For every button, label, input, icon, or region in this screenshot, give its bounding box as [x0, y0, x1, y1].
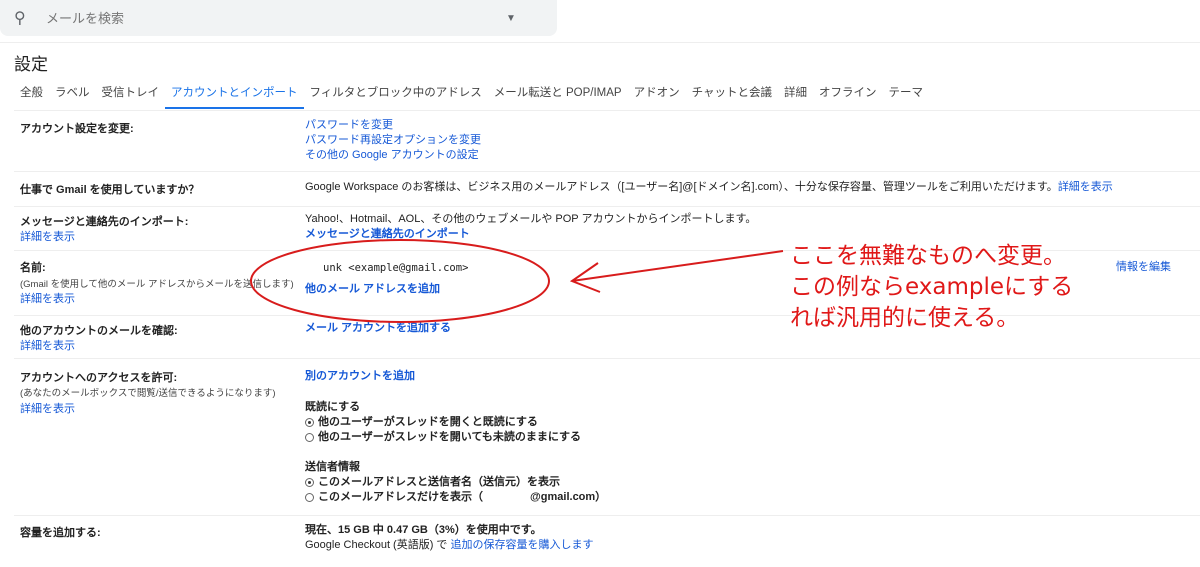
settings-tabs: 全般 ラベル 受信トレイ アカウントとインポート フィルタとブロック中のアドレス… [14, 86, 929, 109]
check-more-link[interactable]: 詳細を表示 [20, 337, 75, 353]
row-work: 仕事で Gmail を使用していますか？ Google Workspace のお… [14, 171, 1200, 206]
read-option-mark-read[interactable]: 他のユーザーがスレッドを開くと既読にする [305, 415, 606, 430]
import-text: Yahoo!、Hotmail、AOL、その他のウェブメールや POP アカウント… [305, 213, 757, 225]
read-title: 既読にする [305, 401, 361, 413]
change-password-link[interactable]: パスワードを変更 [305, 118, 481, 133]
sender-title: 送信者情報 [305, 461, 360, 473]
tab-general[interactable]: 全般 [14, 86, 49, 109]
radio[interactable] [305, 493, 314, 502]
change-recovery-link[interactable]: パスワード再設定オプションを変更 [305, 133, 481, 148]
row-label: 他のアカウントのメールを確認: [20, 325, 178, 337]
radio-selected[interactable] [305, 418, 314, 427]
annotation-line: ここを無難なものへ変更。 [790, 243, 1066, 269]
tab-filters[interactable]: フィルタとブロック中のアドレス [304, 86, 488, 109]
tab-addons[interactable]: アドオン [628, 86, 686, 109]
tab-inbox[interactable]: 受信トレイ [96, 86, 166, 109]
row-grant-access: アカウントへのアクセスを許可: (あなたのメールボックスで閲覧/送信できるように… [14, 358, 1200, 515]
name-more-link[interactable]: 詳細を表示 [20, 290, 75, 306]
radio[interactable] [305, 433, 314, 442]
row-label: アカウントへのアクセスを許可: [20, 372, 178, 384]
divider [0, 42, 1200, 43]
row-sublabel: (あなたのメールボックスで閲覧/送信できるようになります) [20, 388, 276, 399]
option-label: 他のユーザーがスレッドを開いても未読のままにする [318, 431, 582, 443]
sender-option-address[interactable]: このメールアドレスだけを表示（ @gmail.com） [305, 490, 606, 505]
grant-more-link[interactable]: 詳細を表示 [20, 400, 75, 416]
search-options-icon[interactable]: ▼ [506, 13, 516, 24]
row-label: 名前: [20, 262, 46, 274]
google-account-settings-link[interactable]: その他の Google アカウントの設定 [305, 148, 481, 163]
import-link[interactable]: メッセージと連絡先のインポート [305, 227, 756, 242]
sender-option-both[interactable]: このメールアドレスと送信者名（送信元）を表示 [305, 475, 606, 490]
add-email-link[interactable]: 他のメール アドレスを追加 [305, 282, 440, 297]
radio-selected[interactable] [305, 478, 314, 487]
annotation-text: ここを無難なものへ変更。 この例ならexampleにする れば汎用的に使える。 [790, 241, 1073, 334]
tab-advanced[interactable]: 詳細 [778, 86, 813, 109]
row-label: メッセージと連絡先のインポート: [20, 216, 189, 228]
name-value: unk <example@gmail.com> [323, 262, 469, 274]
tab-chat[interactable]: チャットと会議 [686, 86, 778, 109]
checkout-text: Google Checkout (英語版) で [305, 539, 451, 551]
annotation-line: れば汎用的に使える。 [790, 305, 1020, 331]
tab-forwarding[interactable]: メール転送と POP/IMAP [488, 86, 628, 109]
tab-themes[interactable]: テーマ [882, 86, 929, 109]
row-label: 仕事で Gmail を使用していますか？ [20, 184, 200, 196]
option-label: このメールアドレスと送信者名（送信元）を表示 [318, 476, 560, 488]
add-another-account-link[interactable]: 別のアカウントを追加 [305, 369, 415, 384]
tab-accounts[interactable]: アカウントとインポート [165, 86, 304, 109]
row-label: 容量を追加する: [20, 527, 101, 539]
page-title: 設定 [14, 55, 48, 74]
work-more-link[interactable]: 詳細を表示 [1058, 181, 1113, 193]
tab-offline[interactable]: オフライン [813, 86, 883, 109]
search-bar[interactable]: ⚲ ▼ [0, 0, 557, 36]
add-mail-account-link[interactable]: メール アカウントを追加する [305, 321, 451, 336]
annotation-line: この例ならexampleにする [790, 274, 1074, 300]
option-label: 他のユーザーがスレッドを開くと既読にする [318, 416, 538, 428]
option-label: このメールアドレスだけを表示（ @gmail.com） [318, 491, 607, 503]
edit-info-link[interactable]: 情報を編集 [1116, 260, 1171, 275]
row-storage: 容量を追加する: 現在、15 GB 中 0.47 GB（3%）を使用中です。 G… [14, 515, 1200, 567]
tab-labels[interactable]: ラベル [49, 86, 96, 109]
work-text: Google Workspace のお客様は、ビジネス用のメールアドレス（[ユー… [305, 181, 1058, 193]
storage-usage: 現在、15 GB 中 0.47 GB（3%）を使用中です。 [305, 524, 542, 536]
row-account-settings: アカウント設定を変更: パスワードを変更 パスワード再設定オプションを変更 その… [14, 110, 1200, 170]
search-input[interactable] [46, 10, 506, 26]
import-more-link[interactable]: 詳細を表示 [20, 228, 75, 244]
buy-storage-link[interactable]: 追加の保存容量を購入します [451, 539, 594, 551]
row-sublabel: (Gmail を使用して他のメール アドレスからメールを送信します) [20, 279, 294, 290]
row-label: アカウント設定を変更: [20, 123, 134, 135]
search-icon[interactable]: ⚲ [14, 8, 32, 28]
read-option-keep-unread[interactable]: 他のユーザーがスレッドを開いても未読のままにする [305, 430, 606, 445]
